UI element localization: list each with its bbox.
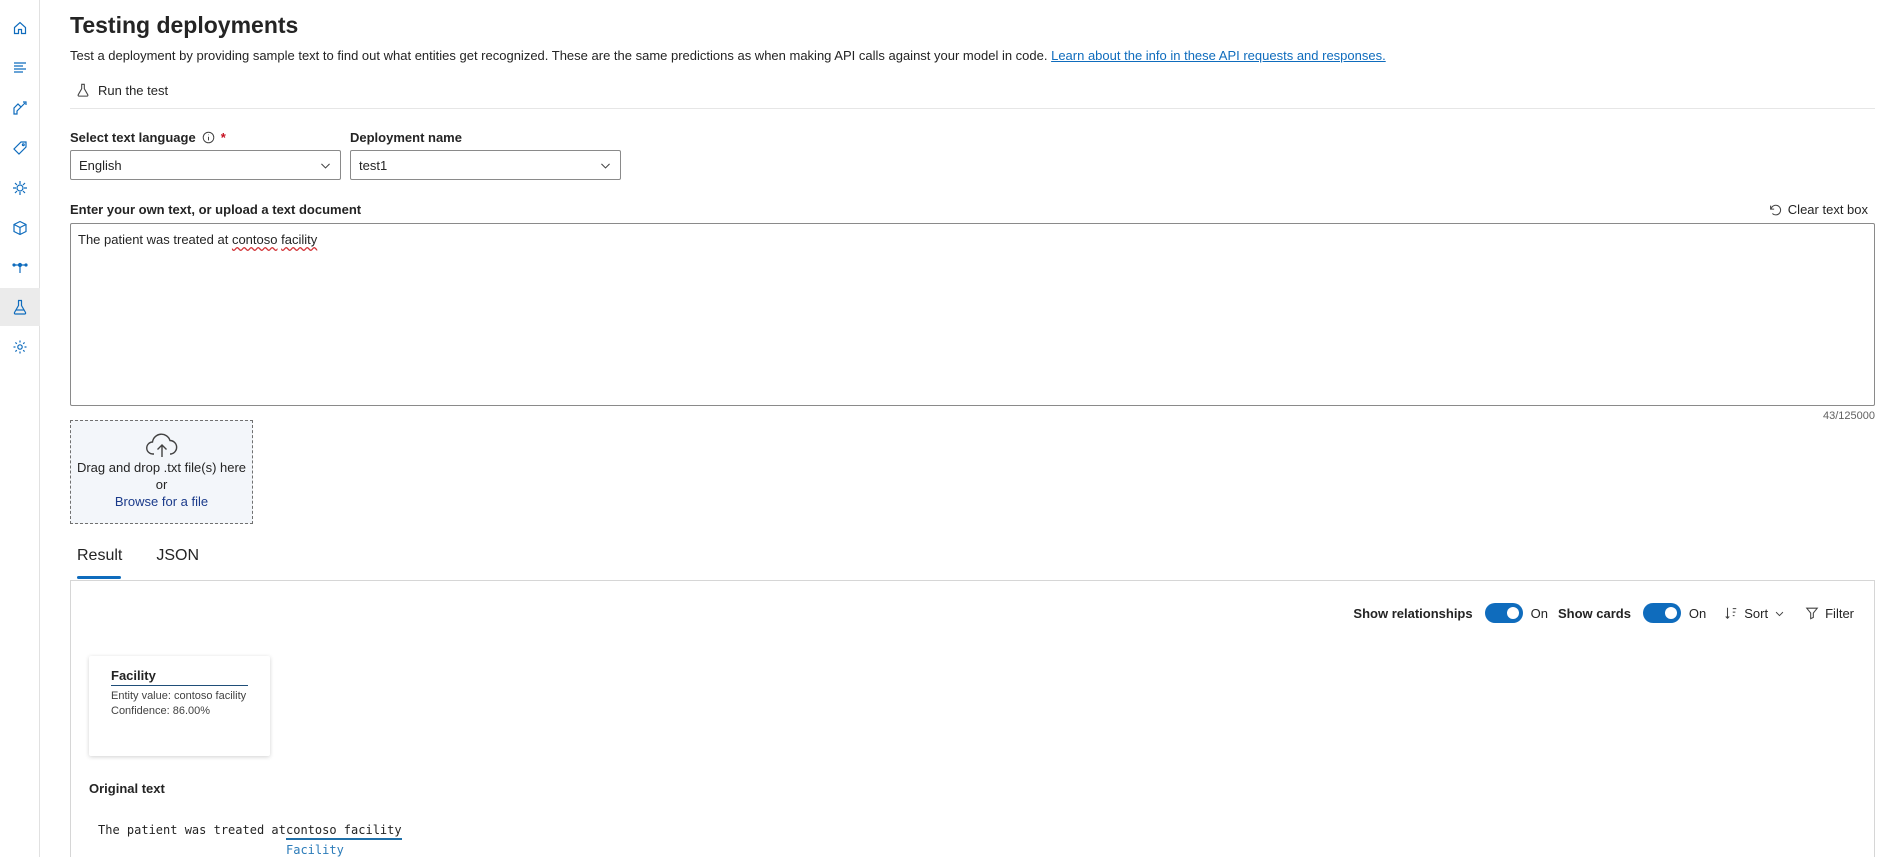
- lines-icon: [14, 62, 26, 73]
- filter-label: Filter: [1825, 605, 1854, 621]
- clear-text-box-label: Clear text box: [1787, 202, 1868, 217]
- file-dropzone[interactable]: Drag and drop .txt file(s) here or Brows…: [70, 420, 253, 524]
- language-select-value: English: [79, 157, 122, 173]
- run-test-button[interactable]: Run the test: [76, 80, 168, 100]
- language-label-text: Select text language: [70, 130, 196, 145]
- nav-home[interactable]: [0, 9, 40, 47]
- home-icon: [13, 21, 27, 35]
- dropzone-or: or: [155, 477, 168, 492]
- info-icon[interactable]: [202, 131, 215, 144]
- sort-label: Sort: [1744, 605, 1769, 621]
- clear-text-box-button[interactable]: Clear text box: [1768, 202, 1868, 217]
- entity-card-title: Facility: [111, 668, 248, 686]
- deployment-select-value: test1: [359, 157, 388, 173]
- gear-icon: [13, 340, 27, 354]
- entity-card-confidence: Confidence: 86.00%: [111, 705, 211, 717]
- nav-deployments[interactable]: [0, 249, 40, 287]
- language-label: Select text language *: [70, 130, 226, 145]
- page-title: Testing deployments: [70, 12, 299, 38]
- nav-settings[interactable]: [0, 328, 40, 366]
- result-tabs: Result JSON: [70, 543, 206, 579]
- text-input-word-contoso: contoso: [231, 232, 278, 247]
- entity-card[interactable]: Facility Entity value: contoso facility …: [89, 656, 270, 756]
- filter-icon: [1805, 607, 1819, 620]
- chevron-down-icon: [601, 163, 610, 169]
- nav-deploy-model[interactable]: [0, 209, 40, 247]
- nav-training[interactable]: [0, 89, 40, 127]
- show-cards-label: Show cards: [1557, 605, 1631, 621]
- page-description: Test a deployment by providing sample te…: [70, 48, 1386, 63]
- nav-testing[interactable]: [0, 288, 40, 326]
- page-description-text: Test a deployment by providing sample te…: [70, 48, 1052, 63]
- show-relationships-state: On: [1530, 605, 1548, 621]
- show-relationships-toggle[interactable]: [1484, 603, 1523, 623]
- nav-model-performance[interactable]: [0, 169, 40, 207]
- language-select[interactable]: English: [70, 150, 341, 180]
- build-icon: [13, 101, 27, 115]
- flask-icon: [13, 299, 27, 315]
- show-relationships-label: Show relationships: [1353, 605, 1473, 621]
- show-cards-state: On: [1688, 605, 1707, 621]
- model-icon: [13, 181, 27, 195]
- filter-button[interactable]: Filter: [1805, 606, 1854, 621]
- dropzone-instructions: Drag and drop .txt file(s) here: [76, 460, 247, 475]
- cube-icon: [13, 220, 27, 236]
- entity-type-tag: Facility: [286, 843, 344, 857]
- sample-text-input[interactable]: The patient was treated at contoso facil…: [70, 223, 1875, 406]
- result-panel: Show relationships On Show cards On Sort…: [70, 580, 1875, 857]
- deployment-label-text: Deployment name: [350, 130, 462, 145]
- command-bar-divider: [70, 108, 1875, 109]
- show-cards-toggle[interactable]: [1642, 603, 1681, 623]
- character-counter: 43/125000: [1823, 410, 1875, 422]
- nav-data-labeling[interactable]: [0, 49, 40, 87]
- text-input-content: The patient was treated at: [78, 232, 232, 247]
- main-content: Testing deployments Test a deployment by…: [70, 0, 1875, 857]
- entity-card-value: Entity value: contoso facility: [111, 690, 247, 702]
- original-text-prefix: The patient was treated at: [98, 823, 294, 837]
- sort-icon: [1725, 607, 1737, 619]
- cloud-upload-icon: [145, 433, 177, 457]
- api-info-link[interactable]: Learn about the info in these API reques…: [1051, 48, 1386, 63]
- run-test-label: Run the test: [98, 82, 169, 98]
- original-text-label: Original text: [89, 781, 165, 796]
- text-input-label: Enter your own text, or upload a text do…: [70, 202, 361, 217]
- chevron-down-icon: [321, 163, 330, 169]
- text-input-label-text: Enter your own text, or upload a text do…: [70, 202, 362, 217]
- tab-json[interactable]: JSON: [149, 543, 206, 577]
- tag-icon: [13, 141, 27, 155]
- deployment-label: Deployment name: [350, 130, 462, 145]
- entity-highlight[interactable]: contoso facility: [286, 823, 402, 840]
- deployment-select[interactable]: test1: [350, 150, 621, 180]
- undo-icon: [1769, 204, 1781, 215]
- nav-labels[interactable]: [0, 129, 40, 167]
- chevron-down-icon: [1775, 611, 1784, 616]
- left-nav-rail: [0, 0, 40, 857]
- browse-file-link[interactable]: Browse for a file: [71, 493, 252, 510]
- tab-result[interactable]: Result: [70, 543, 129, 579]
- sort-button[interactable]: Sort: [1724, 606, 1785, 621]
- result-toolbar: Show relationships On Show cards On Sort…: [1353, 603, 1854, 623]
- deploy-icon: [12, 262, 28, 273]
- flask-icon: [77, 83, 89, 97]
- required-marker: *: [220, 130, 226, 145]
- text-input-word-facility: facility: [281, 232, 318, 247]
